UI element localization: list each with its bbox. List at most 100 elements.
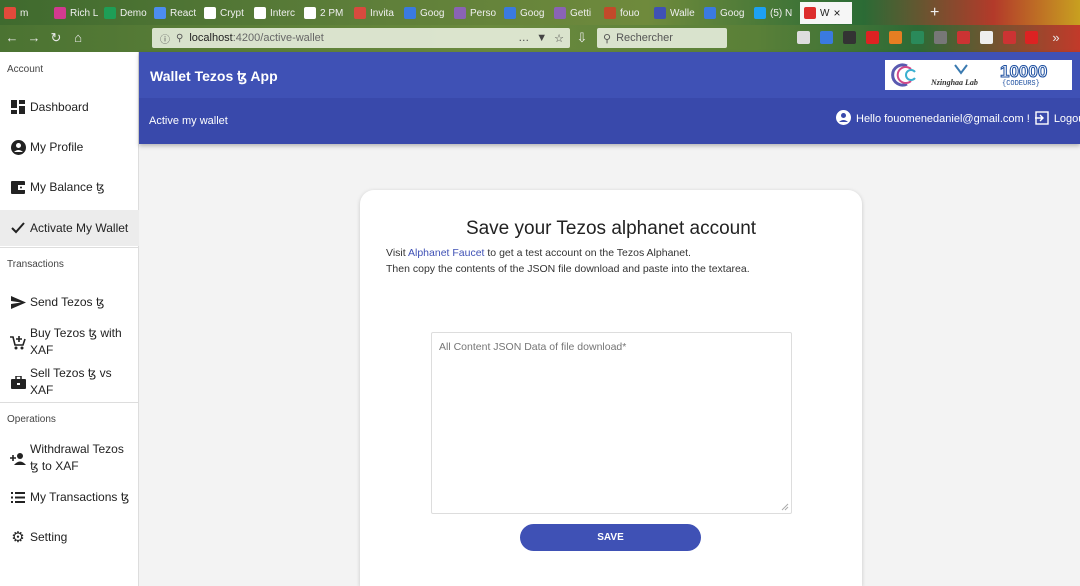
- tab-label: Goog: [720, 7, 745, 19]
- json-textarea[interactable]: [432, 333, 791, 513]
- extension-icon[interactable]: [1025, 31, 1038, 44]
- pocket-icon[interactable]: ▼: [536, 32, 547, 45]
- adblock-icon[interactable]: [866, 31, 879, 44]
- overflow-menu-icon[interactable]: »: [1048, 30, 1064, 46]
- logout-icon[interactable]: [1034, 110, 1049, 128]
- browser-tab[interactable]: Invita: [350, 2, 400, 24]
- browser-tab[interactable]: Crypt: [200, 2, 250, 24]
- tab-label: fouo: [620, 7, 640, 19]
- sidebar-toggle-icon[interactable]: [980, 31, 993, 44]
- sidebar-item-dashboard[interactable]: Dashboard: [0, 92, 139, 122]
- extension-icon[interactable]: [957, 31, 970, 44]
- extension-icon[interactable]: [934, 31, 947, 44]
- person-add-icon: [10, 450, 26, 466]
- tab-favicon-icon: [154, 7, 166, 19]
- extension-icon[interactable]: [911, 31, 924, 44]
- gear-icon: ⚙: [11, 529, 25, 546]
- browser-tab[interactable]: (5) N: [750, 2, 800, 24]
- library-icon[interactable]: [797, 31, 810, 44]
- sidebar-item-buy-tezos[interactable]: Buy Tezos ꜩ with XAF: [0, 324, 139, 360]
- browser-tab[interactable]: Interc: [250, 2, 300, 24]
- home-icon[interactable]: ⌂: [70, 30, 86, 46]
- sidebar-item-my-balance[interactable]: My Balance ꜩ: [0, 172, 139, 202]
- dashboard-icon: [10, 99, 26, 115]
- tab-favicon-icon: [454, 7, 466, 19]
- tab-label: Goog: [420, 7, 445, 19]
- sidebar-item-label: My Balance ꜩ: [30, 179, 105, 194]
- browser-tab[interactable]: fouo: [600, 2, 650, 24]
- tab-label: Demo: [120, 7, 147, 19]
- browser-tab[interactable]: W ×: [800, 2, 852, 24]
- save-button[interactable]: SAVE: [520, 524, 701, 551]
- sidebar-item-label: Dashboard: [30, 99, 89, 114]
- sidebar-item-activate-wallet[interactable]: Activate My Wallet: [0, 210, 139, 246]
- tab-favicon-icon: [104, 7, 116, 19]
- save-account-card: Save your Tezos alphanet account Visit A…: [360, 190, 862, 586]
- search-icon: ⚲: [603, 32, 612, 45]
- tab-favicon-icon: [554, 7, 566, 19]
- json-textarea-field: [431, 332, 792, 514]
- tab-favicon-icon: [804, 7, 816, 19]
- browser-tab[interactable]: Walle: [650, 2, 700, 24]
- sidebar: Account Dashboard My Profile My Balance …: [0, 52, 139, 586]
- extension-icon[interactable]: [843, 31, 856, 44]
- browser-tab[interactable]: Goog: [500, 2, 550, 24]
- download-icon[interactable]: ⇩: [574, 30, 590, 46]
- sidebar-item-setting[interactable]: ⚙ Setting: [0, 522, 139, 552]
- sidebar-item-my-transactions[interactable]: My Transactions ꜩ: [0, 482, 139, 512]
- browser-tab[interactable]: Rich L: [50, 2, 100, 24]
- url-bar[interactable]: ⓘ ⚲ localhost:4200/active-wallet … ▼ ☆: [152, 28, 570, 48]
- tab-favicon-icon: [354, 7, 366, 19]
- sub-toolbar: Active my wallet Hello fouomenedaniel@gm…: [139, 98, 1080, 144]
- search-input[interactable]: ⚲ Rechercher: [597, 28, 727, 48]
- tab-label: Perso: [470, 7, 497, 19]
- section-transactions-label: Transactions: [7, 259, 64, 270]
- info-icon[interactable]: ⓘ: [160, 31, 170, 46]
- browser-tab[interactable]: 2 PM: [300, 2, 350, 24]
- page-actions-icon[interactable]: …: [518, 32, 529, 45]
- close-tab-icon[interactable]: ×: [833, 6, 840, 20]
- extension-icon[interactable]: [1003, 31, 1016, 44]
- tab-label: (5) N: [770, 7, 793, 19]
- tab-favicon-icon: [504, 7, 516, 19]
- logout-link[interactable]: Logout: [1054, 113, 1080, 125]
- tab-label: Rich L: [70, 7, 99, 19]
- tab-favicon-icon: [304, 7, 316, 19]
- tab-favicon-icon: [704, 7, 716, 19]
- sidebar-item-label: My Transactions ꜩ: [30, 489, 130, 504]
- sidebar-item-label: Send Tezos ꜩ: [30, 294, 105, 309]
- browser-tab[interactable]: Goog: [700, 2, 750, 24]
- browser-tab[interactable]: Getti: [550, 2, 600, 24]
- browser-nav-bar: ← → ↻ ⌂ ⓘ ⚲ localhost:4200/active-wallet…: [0, 25, 1080, 52]
- browser-tab[interactable]: m: [0, 2, 50, 24]
- sidebar-item-label: Sell Tezos ꜩ vs XAF: [30, 366, 112, 397]
- sidebar-item-send-tezos[interactable]: Send Tezos ꜩ: [0, 287, 139, 317]
- list-icon: [10, 489, 26, 505]
- send-icon: [10, 294, 26, 310]
- bookmark-star-icon[interactable]: ☆: [554, 32, 564, 45]
- extension-icon[interactable]: [889, 31, 902, 44]
- browser-tab[interactable]: React: [150, 2, 200, 24]
- reload-icon[interactable]: ↻: [48, 30, 64, 46]
- new-tab-icon[interactable]: +: [926, 2, 946, 24]
- user-greeting: Hello fouomenedaniel@gmail.com !: [856, 113, 1030, 125]
- tab-favicon-icon: [404, 7, 416, 19]
- browser-tab[interactable]: Perso: [450, 2, 500, 24]
- key-icon: ⚲: [176, 32, 184, 44]
- resize-grip-icon[interactable]: [781, 503, 789, 511]
- tab-label: Interc: [270, 7, 296, 19]
- sidebar-item-my-profile[interactable]: My Profile: [0, 132, 139, 162]
- instruction-line-2: Then copy the contents of the JSON file …: [386, 263, 750, 275]
- forward-icon[interactable]: →: [26, 30, 42, 46]
- browser-tab[interactable]: Demo: [100, 2, 150, 24]
- sidebar-item-sell-tezos[interactable]: Sell Tezos ꜩ vs XAF: [0, 364, 139, 400]
- sidebar-item-withdrawal[interactable]: Withdrawal Tezos ꜩ to XAF: [0, 440, 139, 476]
- browser-tab[interactable]: Goog: [400, 2, 450, 24]
- account-circle-icon: [836, 110, 851, 128]
- extension-icon[interactable]: [820, 31, 833, 44]
- wallet-icon: [10, 179, 26, 195]
- url-text: localhost:4200/active-wallet: [189, 32, 324, 44]
- alphanet-faucet-link[interactable]: Alphanet Faucet: [408, 247, 484, 259]
- back-icon[interactable]: ←: [4, 30, 20, 46]
- sidebar-item-label: Withdrawal Tezos ꜩ to XAF: [30, 442, 124, 473]
